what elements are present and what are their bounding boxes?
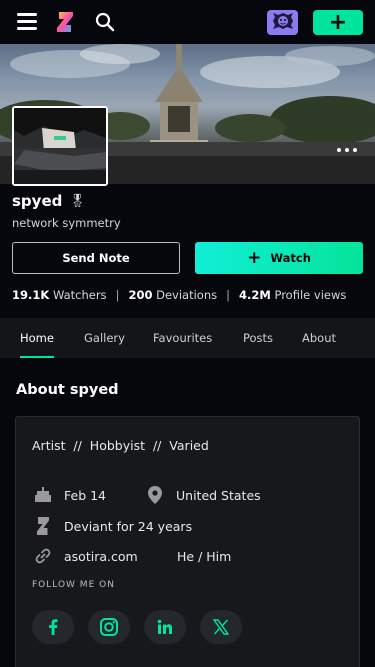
location: United States — [176, 487, 261, 503]
website-link[interactable]: asotira.com — [64, 549, 138, 564]
more-options-icon[interactable] — [337, 146, 357, 154]
profile-page: + spyed 🎖 network symmetry Send Note + W… — [0, 0, 375, 667]
profile-avatar[interactable] — [12, 106, 108, 186]
stats-separator: | — [226, 288, 230, 302]
deviantart-logo-icon[interactable] — [56, 11, 74, 33]
follow-me-label: FOLLOW ME ON — [32, 580, 115, 590]
avatar-mascot-icon — [272, 11, 294, 35]
watchers-label[interactable]: Watchers — [53, 288, 107, 302]
deviantart-logo-icon — [34, 517, 52, 535]
cake-icon — [34, 486, 52, 504]
link-icon — [34, 547, 52, 565]
instagram-icon[interactable] — [88, 610, 130, 644]
username[interactable]: spyed — [12, 192, 62, 210]
facebook-icon[interactable] — [32, 610, 74, 644]
stats-separator: | — [115, 288, 120, 302]
tab-gallery[interactable]: Gallery — [84, 318, 125, 358]
deviant-since: Deviant for 24 years — [64, 518, 193, 534]
tab-posts[interactable]: Posts — [243, 318, 273, 358]
artist-roles: Artist // Hobbyist // Varied — [32, 438, 209, 453]
x-twitter-icon[interactable] — [200, 610, 242, 644]
medal-icon[interactable]: 🎖 — [69, 194, 86, 209]
user-avatar-button[interactable] — [267, 10, 298, 35]
hamburger-icon[interactable] — [17, 13, 37, 30]
views-count: 4.2M — [238, 288, 271, 302]
username-row: spyed 🎖 — [12, 192, 86, 210]
watch-label: Watch — [270, 251, 311, 265]
birthday-row: Feb 14 — [34, 486, 106, 504]
watch-button[interactable]: + Watch — [195, 242, 363, 274]
tab-favourites[interactable]: Favourites — [153, 318, 212, 358]
tab-about[interactable]: About — [302, 318, 336, 358]
send-note-button[interactable]: Send Note — [12, 242, 180, 274]
profile-stats: 19.1K Watchers | 200 Deviations | 4.2M Profi… — [12, 288, 346, 302]
linkedin-icon[interactable] — [144, 610, 186, 644]
watchers-count: 19.1K — [12, 288, 50, 302]
profile-tabs: Home Gallery Favourites Posts About — [0, 318, 375, 358]
deviations-count: 200 — [128, 288, 153, 302]
views-label: Profile views — [274, 288, 347, 302]
profile-tagline: network symmetry — [12, 216, 121, 230]
deviations-label[interactable]: Deviations — [156, 288, 217, 302]
pronouns: He / Him — [177, 549, 232, 564]
tab-home[interactable]: Home — [20, 318, 54, 358]
about-title: About spyed — [16, 382, 119, 398]
birthday: Feb 14 — [64, 487, 107, 503]
plus-icon: + — [247, 247, 262, 268]
about-card: Artist // Hobbyist // Varied Feb 14 Unit… — [15, 416, 360, 667]
create-button[interactable]: + — [313, 10, 363, 35]
top-bar: + — [0, 0, 375, 44]
location-row: United States — [146, 486, 261, 504]
deviant-since-row: Deviant for 24 years — [34, 517, 192, 535]
search-icon[interactable] — [95, 12, 115, 32]
location-pin-icon — [146, 486, 164, 504]
website-row: asotira.com — [34, 547, 138, 565]
